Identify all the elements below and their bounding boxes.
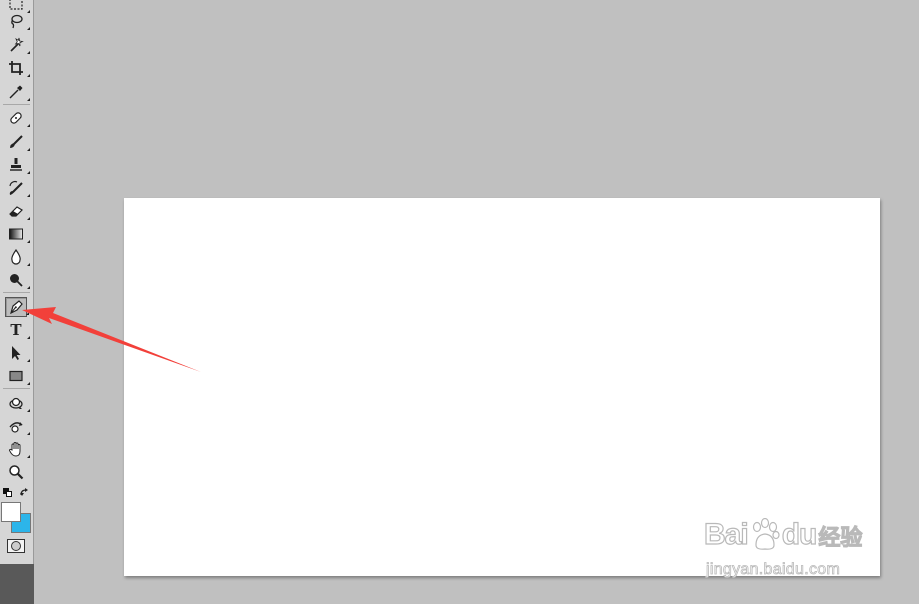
lasso-tool[interactable]: [5, 11, 30, 31]
rectangle-shape-icon: [9, 370, 23, 382]
watermark-brand-right: du: [781, 517, 818, 551]
pen-tool[interactable]: [5, 297, 29, 317]
swap-colors-icon[interactable]: [19, 487, 30, 498]
toolbar-footer: [0, 564, 34, 604]
crop-icon: [9, 61, 23, 75]
path-selection-tool[interactable]: [5, 343, 30, 363]
watermark-brand-left: Bai: [703, 517, 749, 551]
brush-tool[interactable]: [5, 132, 30, 152]
hand-icon: [8, 441, 21, 457]
rectangle-shape-tool[interactable]: [5, 366, 30, 386]
clone-stamp-tool[interactable]: [5, 155, 30, 175]
watermark-brand-cn: 经验: [818, 526, 863, 552]
watermark-url: jingyan.baidu.com: [706, 561, 841, 579]
pen-icon: [10, 300, 23, 315]
blur-tool[interactable]: [5, 247, 30, 267]
hand-tool[interactable]: [5, 439, 30, 459]
clone-stamp-icon: [10, 158, 22, 171]
blur-drop-icon: [11, 249, 21, 265]
gradient-icon: [9, 228, 23, 240]
zoom-tool[interactable]: [5, 462, 27, 482]
eyedropper-icon: [9, 85, 23, 99]
lasso-icon: [11, 14, 23, 29]
brush-icon: [10, 135, 23, 148]
3d-rotate-icon: [9, 397, 23, 409]
eraser-icon: [9, 206, 23, 217]
eyedropper-tool[interactable]: [5, 82, 30, 102]
foreground-color-swatch[interactable]: [1, 502, 21, 522]
magic-wand-tool[interactable]: [5, 35, 30, 55]
tools-panel: T: [0, 0, 34, 604]
baidu-paw-icon: [752, 518, 780, 550]
path-selection-arrow-icon: [12, 346, 21, 360]
3d-orbit-icon: [9, 422, 23, 433]
type-tool[interactable]: T: [5, 320, 30, 340]
zoom-icon: [9, 465, 24, 480]
crop-tool[interactable]: [5, 58, 30, 78]
eraser-tool[interactable]: [5, 201, 30, 221]
healing-brush-icon: [10, 112, 22, 124]
type-icon: T: [10, 320, 22, 339]
history-brush-icon: [9, 180, 23, 195]
quick-mask-button[interactable]: [7, 539, 25, 553]
default-colors-icon[interactable]: [3, 488, 13, 498]
dodge-icon: [10, 274, 23, 287]
3d-orbit-tool[interactable]: [5, 416, 30, 436]
history-brush-tool[interactable]: [5, 178, 30, 198]
3d-rotate-tool[interactable]: [5, 393, 30, 413]
healing-brush-tool[interactable]: [5, 108, 30, 128]
gradient-tool[interactable]: [5, 224, 30, 244]
quick-mask-icon: [11, 541, 21, 551]
baidu-jingyan-watermark: Bai du 经验 jingyan.baidu.com: [700, 500, 878, 590]
dodge-tool[interactable]: [5, 270, 30, 290]
magic-wand-icon: [10, 37, 24, 52]
